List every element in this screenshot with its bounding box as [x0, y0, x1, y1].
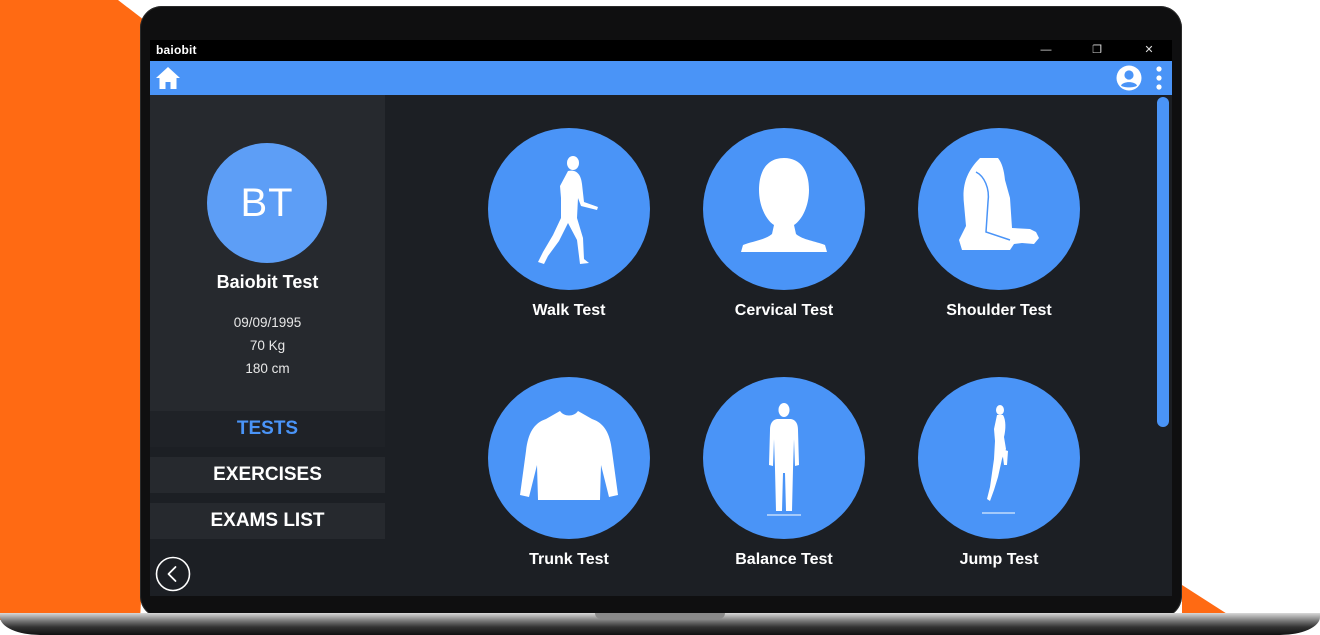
torso-icon	[520, 411, 618, 500]
nav-item-exercises[interactable]: EXERCISES	[150, 457, 385, 493]
test-circle	[703, 377, 865, 539]
more-vert-icon	[1156, 66, 1162, 90]
test-card-trunk[interactable]: Trunk Test	[480, 377, 660, 587]
home-button[interactable]	[155, 66, 181, 90]
sidebar: BT Baiobit Test 09/09/1995 70 Kg 180 cm …	[150, 95, 385, 596]
test-circle	[488, 128, 650, 290]
test-label: Jump Test	[959, 551, 1039, 568]
jumping-figure-icon	[982, 405, 1015, 514]
test-label: Shoulder Test	[946, 302, 1052, 319]
home-icon	[156, 67, 180, 89]
nav-item-exams-list[interactable]: EXAMS LIST	[150, 503, 385, 539]
avatar: BT	[207, 143, 327, 263]
test-label: Cervical Test	[734, 302, 834, 319]
walking-figure-icon	[538, 156, 598, 264]
more-options-button[interactable]	[1151, 65, 1167, 91]
maximize-button[interactable]: ❐	[1085, 42, 1109, 58]
user-weight: 70 Kg	[249, 338, 286, 353]
user-height: 180 cm	[245, 361, 290, 376]
test-card-jump[interactable]: Jump Test	[910, 377, 1090, 587]
tests-grid: Walk Test Cervical Test Shoulder Test Tr…	[385, 95, 1155, 596]
test-label: Balance Test	[735, 551, 833, 568]
account-circle-icon	[1116, 65, 1142, 91]
test-circle	[918, 377, 1080, 539]
test-card-walk[interactable]: Walk Test	[480, 128, 660, 338]
standing-figure-icon	[767, 403, 801, 516]
test-circle	[918, 128, 1080, 290]
app-title: baiobit	[156, 43, 197, 57]
close-button[interactable]: ✕	[1137, 42, 1161, 58]
user-birthdate: 09/09/1995	[233, 315, 302, 330]
test-card-balance[interactable]: Balance Test	[695, 377, 875, 587]
laptop-hinge-notch	[595, 613, 725, 619]
test-label: Walk Test	[532, 302, 606, 319]
shoulder-icon	[959, 158, 1039, 250]
minimize-button[interactable]: —	[1034, 42, 1058, 58]
test-card-shoulder[interactable]: Shoulder Test	[910, 128, 1090, 338]
profile-panel: BT Baiobit Test 09/09/1995 70 Kg 180 cm	[150, 95, 385, 411]
app-bar	[150, 61, 1172, 95]
window-titlebar: baiobit — ❐ ✕	[150, 40, 1172, 61]
scrollbar-thumb[interactable]	[1157, 97, 1169, 427]
test-circle	[703, 128, 865, 290]
nav-item-tests[interactable]: TESTS	[150, 411, 385, 447]
user-account-button[interactable]	[1116, 65, 1142, 91]
test-label: Trunk Test	[529, 551, 609, 568]
scrollbar[interactable]	[1155, 95, 1172, 596]
test-circle	[488, 377, 650, 539]
back-button[interactable]	[155, 556, 191, 592]
back-circle-icon	[155, 556, 191, 592]
user-name: Baiobit Test	[216, 272, 319, 292]
head-bust-icon	[741, 158, 827, 252]
app-window: baiobit — ❐ ✕ BT Baiobit Test 09/09/1995…	[150, 40, 1172, 596]
test-card-cervical[interactable]: Cervical Test	[695, 128, 875, 338]
